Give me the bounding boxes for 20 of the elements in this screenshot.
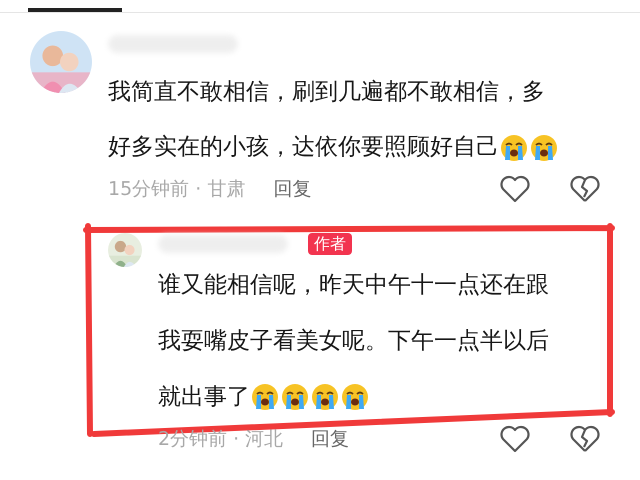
broken-heart-icon[interactable] [570, 175, 600, 204]
reply-button[interactable]: 回复 [311, 424, 350, 453]
heart-icon[interactable] [500, 175, 530, 204]
crying-face-icon [500, 134, 528, 162]
comment-line: 就出事了 [158, 382, 250, 412]
crying-face-icon [341, 382, 369, 410]
comment-line: 我简直不敢相信，刷到几遍都不敢相信，多 [108, 78, 545, 107]
crying-face-icon [311, 382, 339, 410]
comment-line: 我耍嘴皮子看美女呢。下午一点半以后 [158, 326, 549, 356]
comment-line: 谁又能相信呢，昨天中午十一点还在跟 [158, 270, 549, 300]
crying-face-icon [281, 382, 309, 410]
crying-face-icon [530, 134, 558, 162]
author-badge: 作者 [308, 232, 352, 254]
comment-line: 好多实在的小孩，达依你要照顾好自己 [108, 133, 499, 162]
reply-button[interactable]: 回复 [273, 175, 312, 204]
comment-meta: 2分钟前 · 河北 [158, 426, 284, 452]
comment-meta: 15分钟前 · 甘肃 [108, 177, 246, 202]
broken-heart-icon[interactable] [570, 424, 600, 453]
crying-face-icon [251, 382, 279, 410]
heart-icon[interactable] [500, 424, 530, 453]
